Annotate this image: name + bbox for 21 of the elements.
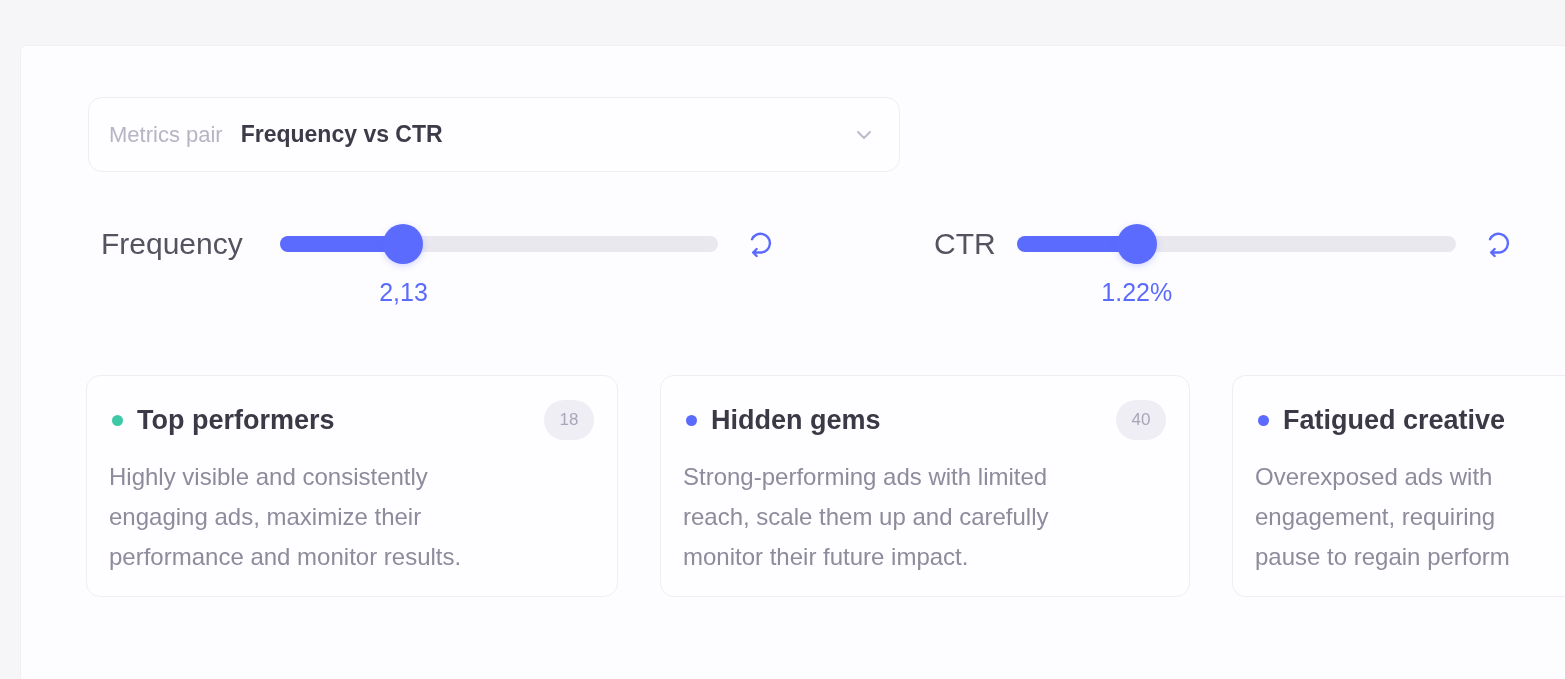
card-title: Top performers: [137, 404, 335, 436]
segment-card[interactable]: Top performers 18 Highly visible and consistently engaging ads, maximize their performance and monitor results.: [86, 375, 618, 597]
count-badge: 40: [1116, 400, 1166, 440]
segment-card[interactable]: Fatigued creative Overexposed ads with engagement, requiring pause to regain perform: [1232, 375, 1565, 597]
card-description: Highly visible and consistently engaging ads, maximize their performance and monitor results.: [109, 462, 463, 572]
slider-label: CTR: [934, 226, 996, 262]
metrics-pair-dropdown[interactable]: Metrics pair Frequency vs CTR: [88, 97, 900, 172]
count-badge: 18: [544, 400, 594, 440]
slider-thumb[interactable]: [383, 224, 424, 264]
slider[interactable]: [1017, 224, 1456, 264]
card-title: Fatigued creative: [1283, 404, 1506, 436]
chevron-down-icon: [857, 130, 871, 139]
slider[interactable]: [280, 224, 718, 264]
slider-label: Frequency: [101, 226, 244, 262]
slider-thumb[interactable]: [1116, 224, 1157, 264]
slider-value: 1.22%: [1101, 278, 1173, 306]
slider-value: 2,13: [379, 278, 428, 306]
card-description: Strong-performing ads with limited reach, scale them up and carefully monitor their future impact.: [683, 462, 1050, 572]
card-title: Hidden gems: [711, 404, 881, 436]
card-description: Overexposed ads with engagement, requiring pause to regain perform: [1255, 462, 1511, 572]
segment-card[interactable]: Hidden gems 40 Strong-performing ads with limited reach, scale them up and carefully monitor their future impact.: [660, 375, 1190, 597]
